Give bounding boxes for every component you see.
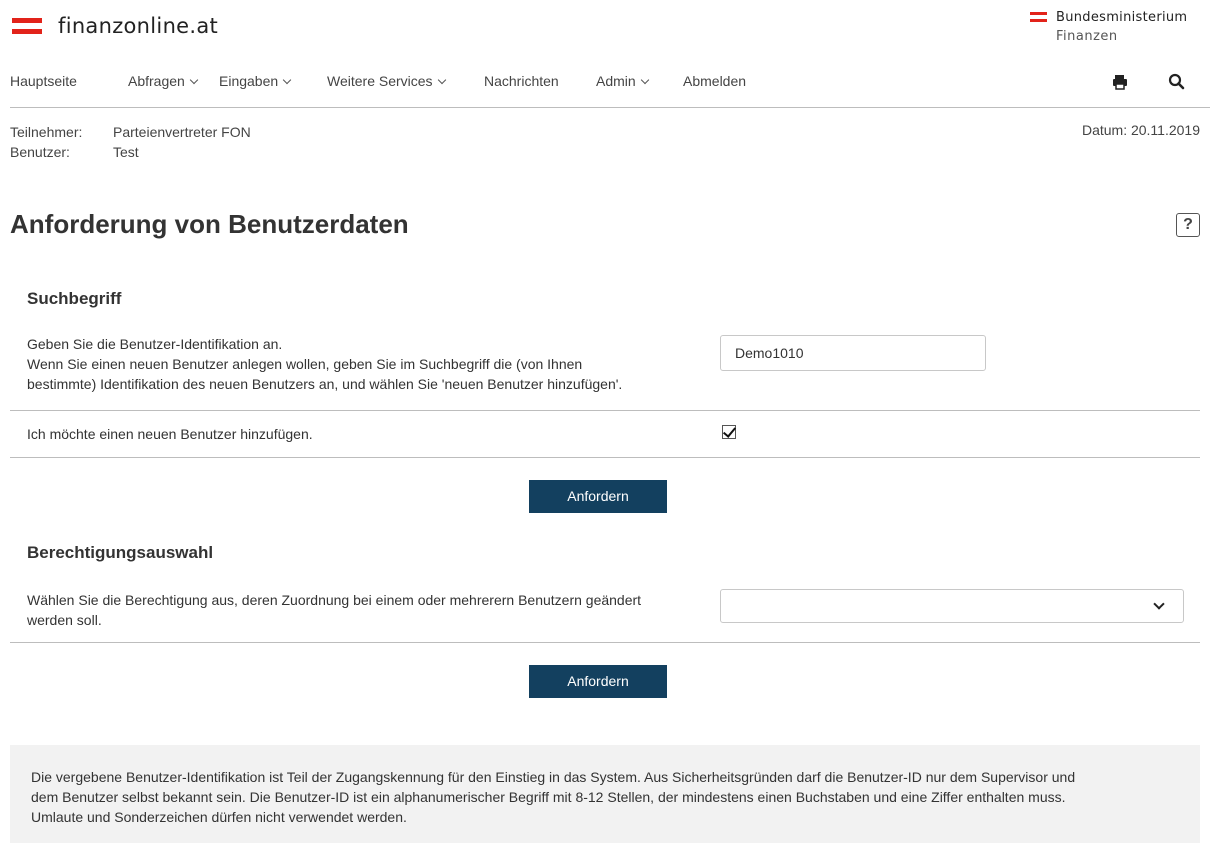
- ministry-flag-icon: [1030, 12, 1047, 22]
- nav-item-weitere-services[interactable]: Weitere Services: [327, 73, 446, 89]
- chevron-down-icon: [1153, 598, 1165, 610]
- benutzer-row: Benutzer: Test: [10, 142, 251, 162]
- info-note-line: dem Benutzer selbst bekannt sein. Die Be…: [31, 789, 1066, 805]
- date-display: Datum: 20.11.2019: [1081, 122, 1200, 138]
- berechtigung-select[interactable]: [720, 589, 1184, 623]
- user-id-input[interactable]: [720, 335, 986, 371]
- header: finanzonline.at Bundesministerium Finanz…: [0, 0, 1210, 60]
- ministry-name-line2: Finanzen: [1056, 29, 1118, 44]
- berechtigung-description: Wählen Sie die Berechtigung aus, deren Z…: [27, 590, 641, 630]
- nav-item-nachrichten[interactable]: Nachrichten: [484, 73, 559, 89]
- session-info: Teilnehmer: Parteienvertreter FON Benutze…: [10, 122, 251, 162]
- chevron-down-icon: [437, 75, 446, 85]
- description-line: Wählen Sie die Berechtigung aus, deren Z…: [27, 592, 642, 608]
- divider: [10, 410, 1200, 411]
- austria-flag-icon: [12, 18, 42, 34]
- nav-item-abmelden[interactable]: Abmelden: [683, 73, 746, 89]
- nav-item-eingaben[interactable]: Eingaben: [219, 73, 292, 89]
- berechtigung-heading: Berechtigungsauswahl: [27, 543, 214, 562]
- teilnehmer-row: Teilnehmer: Parteienvertreter FON: [10, 122, 251, 142]
- main-navigation: Hauptseite Abfragen Eingaben Weitere Ser…: [10, 60, 1210, 108]
- nav-item-admin[interactable]: Admin: [596, 73, 649, 89]
- print-icon[interactable]: [1110, 72, 1130, 92]
- finanzonline-logo[interactable]: finanzonline.at: [12, 14, 218, 38]
- suchbegriff-heading: Suchbegriff: [27, 289, 122, 308]
- chevron-down-icon: [282, 75, 292, 85]
- description-line: werden soll.: [27, 612, 102, 628]
- chevron-down-icon: [189, 75, 199, 85]
- info-note-line: Umlaute und Sonderzeichen dürfen nicht v…: [31, 809, 407, 825]
- description-line: Wenn Sie einen neuen Benutzer anlegen wo…: [27, 356, 583, 372]
- nav-item-hauptseite[interactable]: Hauptseite: [10, 73, 77, 89]
- teilnehmer-label: Teilnehmer:: [10, 124, 83, 140]
- anfordern-button-suchbegriff[interactable]: Anfordern: [529, 480, 667, 513]
- description-line: Geben Sie die Benutzer-Identifikation an…: [27, 336, 283, 352]
- teilnehmer-value: Parteienvertreter FON: [113, 124, 251, 140]
- info-note: Die vergebene Benutzer-Identifikation is…: [10, 745, 1200, 843]
- nav-item-abfragen[interactable]: Abfragen: [128, 73, 199, 89]
- benutzer-label: Benutzer:: [10, 144, 70, 160]
- divider: [10, 457, 1200, 458]
- new-user-checkbox[interactable]: [722, 425, 736, 439]
- divider: [10, 642, 1200, 643]
- benutzer-value: Test: [113, 144, 139, 160]
- page-title: Anforderung von Benutzerdaten: [10, 209, 409, 239]
- info-note-line: Die vergebene Benutzer-Identifikation is…: [31, 769, 1076, 785]
- search-icon[interactable]: [1167, 72, 1187, 92]
- help-icon[interactable]: ?: [1176, 213, 1200, 237]
- ministry-name-line1: Bundesministerium: [1056, 10, 1188, 25]
- new-user-checkbox-label: Ich möchte einen neuen Benutzer hinzufüg…: [27, 426, 313, 442]
- logo-text: finanzonline.at: [58, 14, 219, 38]
- description-line: bestimmte) Identifikation des neuen Benu…: [27, 376, 623, 392]
- anfordern-button-berechtigung[interactable]: Anfordern: [529, 665, 667, 698]
- suchbegriff-description: Geben Sie die Benutzer-Identifikation an…: [27, 334, 622, 394]
- chevron-down-icon: [640, 75, 649, 85]
